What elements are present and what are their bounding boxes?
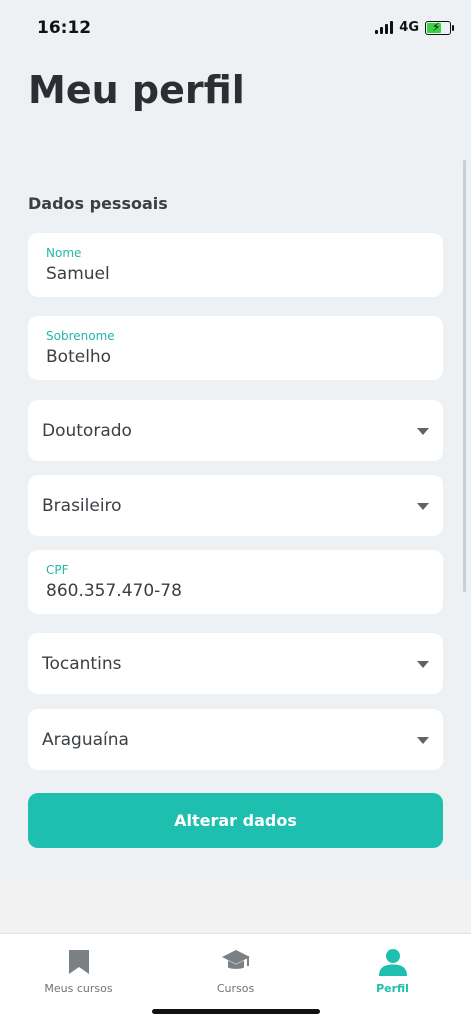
chevron-down-icon — [417, 736, 429, 744]
last-name-field[interactable]: Sobrenome Botelho — [28, 316, 443, 380]
tab-profile[interactable]: Perfil — [314, 934, 471, 1004]
first-name-field[interactable]: Nome Samuel — [28, 233, 443, 297]
home-indicator — [152, 1009, 320, 1014]
tab-label: Meus cursos — [44, 982, 113, 995]
tab-courses[interactable]: Cursos — [157, 934, 314, 1004]
scrollbar[interactable] — [463, 160, 466, 592]
city-value: Araguaína — [42, 729, 129, 750]
page-title: Meu perfil — [28, 68, 245, 112]
nationality-value: Brasileiro — [42, 495, 122, 516]
state-value: Tocantins — [42, 653, 122, 674]
chevron-down-icon — [417, 427, 429, 435]
first-name-value: Samuel — [46, 264, 110, 284]
last-name-label: Sobrenome — [46, 329, 115, 343]
cpf-label: CPF — [46, 563, 69, 577]
cpf-value: 860.357.470-78 — [46, 581, 182, 601]
education-value: Doutorado — [42, 420, 132, 441]
chevron-down-icon — [417, 502, 429, 510]
network-type: 4G — [399, 20, 419, 35]
graduation-cap-icon — [221, 950, 250, 969]
first-name-label: Nome — [46, 246, 82, 260]
education-select[interactable]: Doutorado — [28, 400, 443, 461]
last-name-value: Botelho — [46, 347, 112, 367]
state-select[interactable]: Tocantins — [28, 633, 443, 694]
profile-screen: 16:12 4G ⚡ Meu perfil Dados pessoais Nom… — [0, 0, 471, 880]
nationality-select[interactable]: Brasileiro — [28, 475, 443, 536]
tab-label: Cursos — [216, 982, 255, 995]
user-icon — [378, 949, 407, 976]
section-title: Dados pessoais — [28, 194, 168, 213]
tab-my-courses[interactable]: Meus cursos — [0, 934, 157, 1004]
status-bar: 16:12 4G ⚡ — [0, 0, 471, 60]
cellular-signal-icon — [375, 21, 394, 34]
chevron-down-icon — [417, 660, 429, 668]
cpf-field[interactable]: CPF 860.357.470-78 — [28, 550, 443, 614]
status-time: 16:12 — [37, 18, 92, 38]
battery-icon: ⚡ — [425, 20, 454, 35]
tab-label: Perfil — [376, 982, 409, 995]
update-data-button[interactable]: Alterar dados — [28, 793, 443, 848]
city-select[interactable]: Araguaína — [28, 709, 443, 770]
bookmark-icon — [68, 950, 89, 974]
status-indicators: 4G ⚡ — [375, 20, 454, 35]
